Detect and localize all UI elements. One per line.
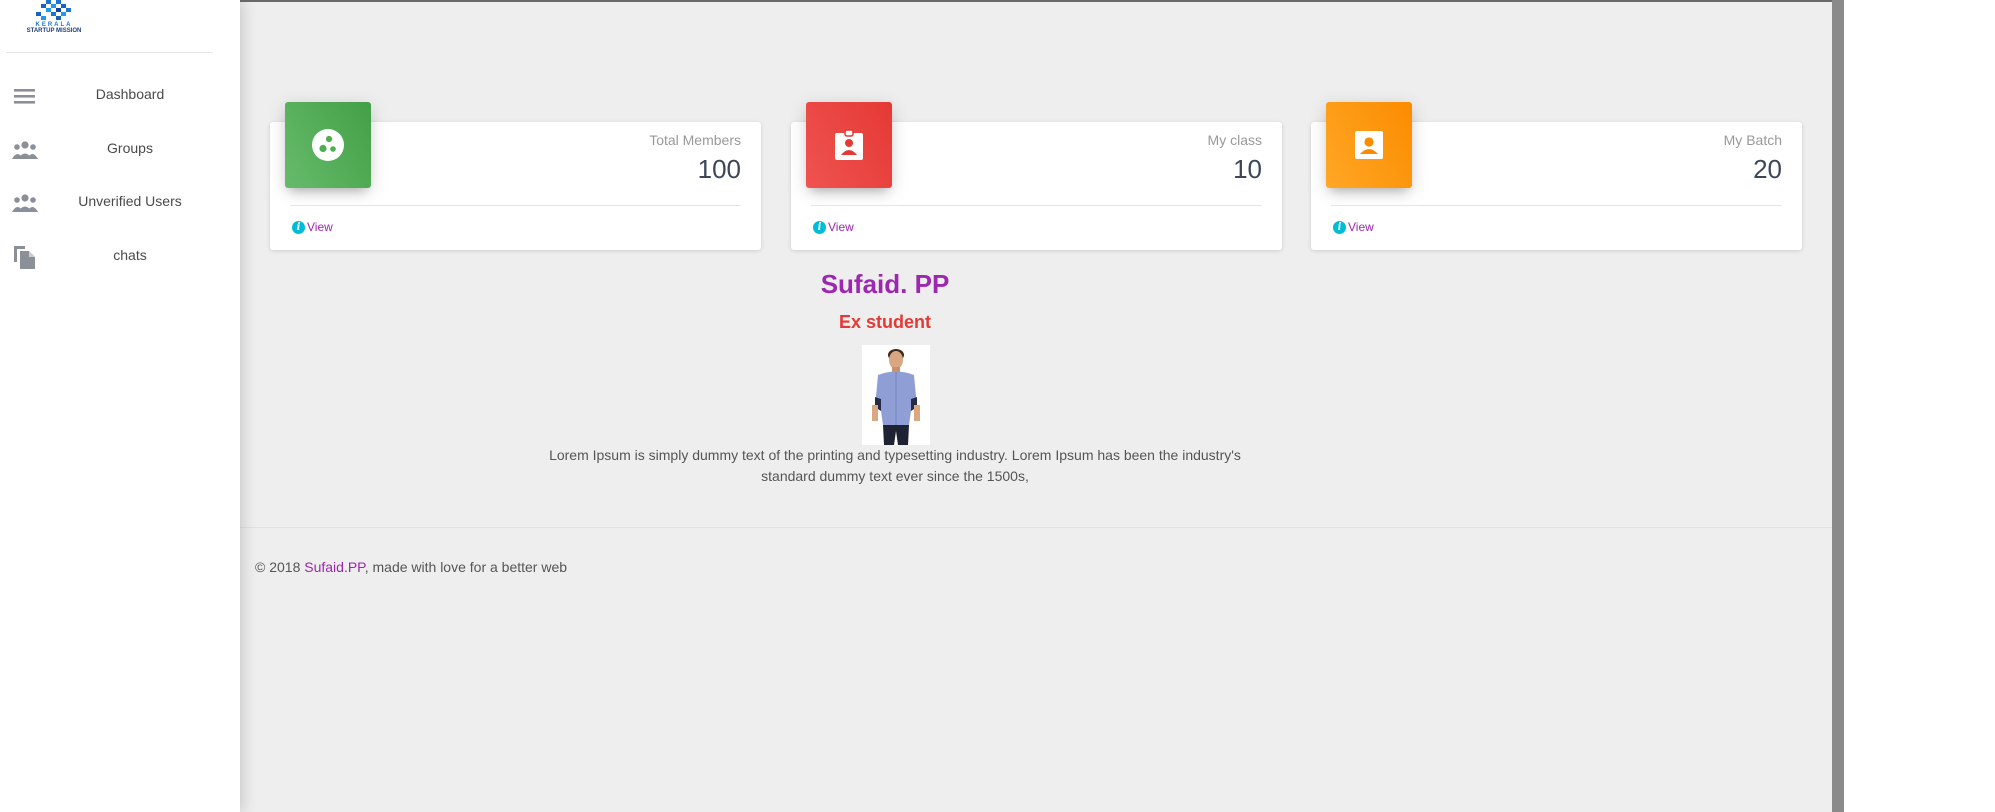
sidebar-item-dashboard[interactable]: Dashboard (0, 75, 240, 115)
profile-bio: Lorem Ipsum is simply dummy text of the … (549, 447, 1241, 484)
profile-role: Ex student (838, 312, 931, 332)
main-content: Total Members 100 i View My class 10 i V… (240, 0, 1832, 812)
card-divider (811, 205, 1262, 206)
card-footer: i View (292, 220, 333, 234)
sidebar-item-label: Groups (107, 140, 153, 156)
card-footer: i View (1333, 220, 1374, 234)
window-edge (1832, 0, 1844, 812)
bubble-chart-icon (312, 129, 344, 161)
card-category: My Batch (1723, 132, 1782, 148)
info-icon: i (292, 220, 305, 234)
view-link[interactable]: View (1348, 220, 1374, 234)
menu-icon (14, 89, 35, 104)
logo-text: KERALA STARTUP MISSION (24, 22, 84, 34)
footer-prefix: © 2018 (255, 559, 305, 575)
blank-area (1844, 0, 1995, 812)
group-icon (12, 141, 38, 159)
stat-card-my-class: My class 10 i View (791, 102, 1282, 250)
logo-text-bottom: STARTUP MISSION (26, 28, 82, 34)
card-divider (1331, 205, 1782, 206)
footer-divider (240, 527, 1832, 528)
sidebar-item-label: chats (113, 247, 147, 263)
profile-photo (862, 345, 930, 445)
sidebar-item-label: Unverified Users (78, 193, 182, 209)
card-category: My class (1207, 132, 1262, 148)
card-value: 20 (1753, 154, 1782, 184)
stat-card-my-batch: My Batch 20 i View (1311, 102, 1802, 250)
profile-name: Sufaid. PP (820, 269, 950, 299)
view-link[interactable]: View (307, 220, 333, 234)
sidebar: KERALA STARTUP MISSION Dashboard Groups (0, 0, 240, 812)
card-value: 100 (697, 154, 741, 184)
assignment-ind-icon (835, 129, 863, 160)
copy-icon (14, 246, 35, 269)
account-box-icon (1355, 131, 1383, 159)
card-icon-box (1326, 102, 1412, 188)
footer-author-link[interactable]: Sufaid.PP (304, 559, 364, 575)
sidebar-item-label: Dashboard (95, 86, 165, 102)
stat-card-total-members: Total Members 100 i View (270, 102, 761, 250)
group-icon (12, 194, 38, 212)
brand-logo[interactable]: KERALA STARTUP MISSION (6, 0, 213, 53)
card-icon-box (285, 102, 371, 188)
sidebar-item-unverified-users[interactable]: Unverified Users (0, 182, 240, 222)
card-value: 10 (1233, 154, 1262, 184)
footer-suffix: , made with love for a better web (364, 559, 568, 575)
card-icon-box (806, 102, 892, 188)
card-divider (290, 205, 741, 206)
info-icon: i (1333, 220, 1346, 234)
sidebar-item-groups[interactable]: Groups (0, 129, 240, 169)
sidebar-item-chats[interactable]: chats (0, 236, 240, 276)
view-link[interactable]: View (828, 220, 854, 234)
card-category: Total Members (649, 132, 741, 148)
info-icon: i (813, 220, 826, 234)
footer: © 2018 Sufaid.PP, made with love for a b… (255, 559, 567, 575)
card-footer: i View (813, 220, 854, 234)
